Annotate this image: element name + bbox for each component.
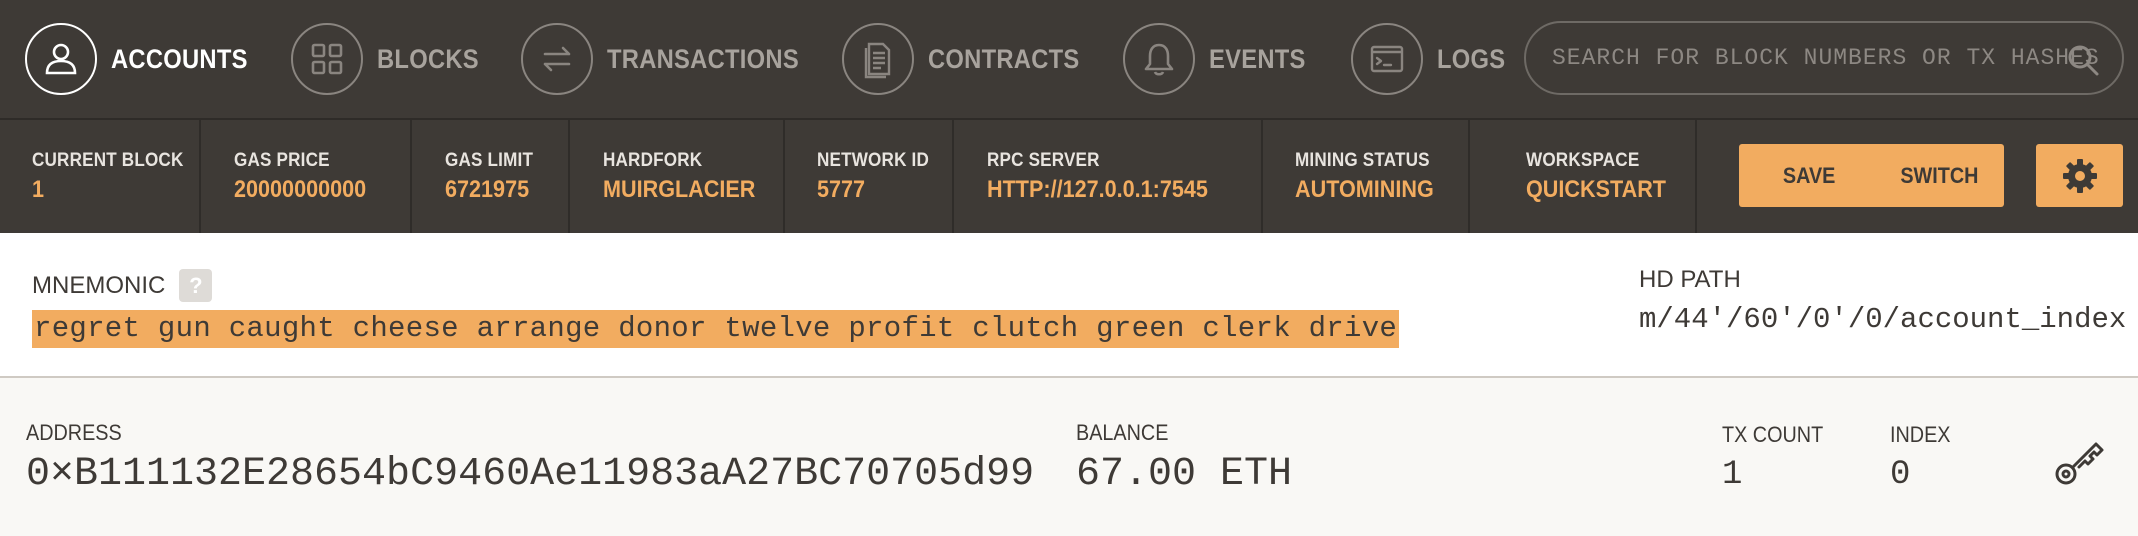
stat-value: 6721975	[445, 176, 530, 203]
index-value: 0	[1890, 456, 1911, 494]
mnemonic-phrase[interactable]: regret gun caught cheese arrange donor t…	[32, 310, 1400, 348]
stat-label: RPC SERVER	[987, 150, 1100, 171]
stat-value: 20000000000	[234, 176, 367, 203]
key-icon[interactable]	[2052, 432, 2108, 488]
nav-label: BLOCKS	[377, 43, 479, 74]
save-button-label: SAVE	[1783, 162, 1836, 188]
stat-mining-status: MINING STATUS AUTOMINING	[1295, 120, 1449, 235]
document-icon	[842, 23, 914, 95]
switch-button[interactable]: SWITCH	[1874, 144, 2004, 207]
stat-value: QUICKSTART	[1526, 176, 1666, 203]
stat-gas-limit: GAS LIMIT 6721975	[445, 120, 543, 235]
stat-hardfork: HARDFORK MUIRGLACIER	[603, 120, 772, 235]
balance-label: BALANCE	[1076, 420, 1169, 445]
mnemonic-heading: MNEMONIC ?	[32, 269, 213, 302]
status-bar: CURRENT BLOCK 1 GAS PRICE 20000000000 GA…	[0, 118, 2138, 235]
grid-icon	[291, 23, 363, 95]
stat-label: HARDFORK	[603, 150, 703, 171]
divider	[199, 120, 201, 235]
stat-label: NETWORK ID	[817, 150, 929, 171]
stat-value: MUIRGLACIER	[603, 176, 756, 203]
divider	[1261, 120, 1263, 235]
mnemonic-title: MNEMONIC	[32, 271, 166, 299]
help-icon[interactable]: ?	[179, 269, 213, 302]
search-input[interactable]: SEARCH FOR BLOCK NUMBERS OR TX HASHES	[1524, 21, 2124, 95]
stat-label: MINING STATUS	[1295, 150, 1430, 171]
account-row[interactable]: ADDRESS 0×B111132E28654bC9460Ae11983aA27…	[0, 378, 2138, 536]
stat-value: 5777	[817, 176, 866, 203]
nav-label: LOGS	[1437, 43, 1506, 74]
nav-label: CONTRACTS	[928, 43, 1080, 74]
arrows-icon	[521, 23, 593, 95]
nav-label: ACCOUNTS	[111, 43, 248, 74]
index-label: INDEX	[1890, 422, 1951, 447]
nav-blocks[interactable]: BLOCKS	[291, 22, 493, 96]
user-icon	[25, 23, 97, 95]
nav-events[interactable]: EVENTS	[1123, 22, 1319, 96]
stat-value: AUTOMINING	[1295, 176, 1434, 203]
top-navigation: ACCOUNTS BLOCKS TRANSACTIONS CONTRACTS E…	[0, 0, 2138, 118]
nav-label: EVENTS	[1209, 43, 1306, 74]
hd-path-value: m/44'/60'/0'/0/account_index	[1639, 303, 2127, 336]
address-label: ADDRESS	[26, 420, 122, 445]
balance-value: 67.00 ETH	[1076, 452, 1293, 497]
stat-value: HTTP://127.0.0.1:7545	[987, 176, 1208, 203]
nav-transactions[interactable]: TRANSACTIONS	[521, 22, 825, 96]
stat-label: WORKSPACE	[1526, 150, 1640, 171]
terminal-icon	[1351, 23, 1423, 95]
address-value: 0×B111132E28654bC9460Ae11983aA27BC70705d…	[26, 452, 1035, 497]
nav-accounts[interactable]: ACCOUNTS	[25, 22, 266, 96]
search-icon	[2068, 45, 2099, 76]
tx-count-value: 1	[1722, 456, 1743, 494]
tx-count-label: TX COUNT	[1722, 422, 1824, 447]
switch-button-label: SWITCH	[1899, 162, 1979, 188]
divider	[568, 120, 570, 235]
stat-workspace: WORKSPACE QUICKSTART	[1526, 120, 1682, 235]
divider	[783, 120, 785, 235]
save-button[interactable]: SAVE	[1739, 144, 1880, 207]
divider	[410, 120, 412, 235]
search-placeholder: SEARCH FOR BLOCK NUMBERS OR TX HASHES	[1552, 45, 2100, 71]
stat-label: CURRENT BLOCK	[32, 150, 184, 171]
nav-label: TRANSACTIONS	[607, 43, 799, 74]
mnemonic-panel: MNEMONIC ? regret gun caught cheese arra…	[0, 233, 2138, 378]
stat-label: GAS LIMIT	[445, 150, 534, 171]
nav-logs[interactable]: LOGS	[1351, 22, 1515, 96]
stat-label: GAS PRICE	[234, 150, 330, 171]
stat-rpc-server: RPC SERVER HTTP://127.0.0.1:7545	[987, 120, 1232, 235]
divider	[952, 120, 954, 235]
nav-contracts[interactable]: CONTRACTS	[842, 22, 1100, 96]
divider	[1695, 120, 1697, 235]
bell-icon	[1123, 23, 1195, 95]
stat-network-id: NETWORK ID 5777	[817, 120, 941, 235]
gear-icon	[2062, 158, 2097, 193]
stat-value: 1	[32, 176, 45, 203]
divider	[1468, 120, 1470, 235]
stat-gas-price: GAS PRICE 20000000000	[234, 120, 381, 235]
settings-button[interactable]	[2036, 144, 2123, 207]
hd-path-title: HD PATH	[1639, 266, 1741, 293]
stat-current-block: CURRENT BLOCK 1	[32, 120, 200, 235]
